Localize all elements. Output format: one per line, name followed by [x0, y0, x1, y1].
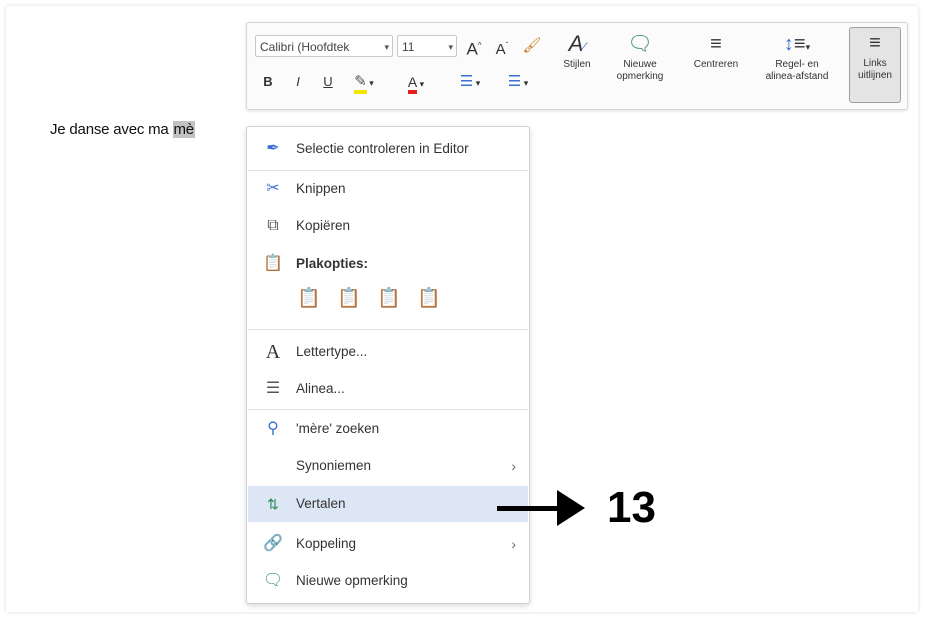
document-text-before: Je danse avec ma: [50, 121, 173, 138]
menu-item-paragraph[interactable]: ☰ Alinea...: [248, 371, 528, 407]
annotation-arrow-line: [497, 506, 565, 511]
line-spacing-icon: ↕≡▾: [783, 33, 811, 55]
comment-icon: 🗨: [627, 33, 653, 55]
align-left-button[interactable]: ≡ Links uitlijnen: [849, 27, 901, 103]
menu-item-search[interactable]: ⚲ 'mère' zoeken: [248, 411, 528, 447]
menu-item-label: Synoniemen: [296, 458, 372, 473]
comment-icon: 🗨: [262, 572, 284, 589]
menu-item-label: Koppeling: [296, 536, 357, 551]
italic-button[interactable]: I: [289, 71, 307, 93]
paste-text-only-icon[interactable]: 📋: [417, 287, 441, 311]
scissors-icon: ✂: [266, 180, 280, 197]
search-icon: ⚲: [267, 420, 279, 437]
bold-button[interactable]: B: [259, 71, 277, 93]
align-left-label-1: Links: [863, 58, 887, 69]
context-menu: ✒ Selectie controleren in Editor ✂ Knipp…: [246, 126, 530, 604]
grow-font-icon[interactable]: A^: [463, 35, 485, 59]
chevron-down-icon: ▾: [448, 42, 453, 52]
new-comment-label-1: Nieuwe: [623, 59, 657, 70]
menu-item-label: Knippen: [296, 181, 346, 196]
numbered-list-icon: ☰: [507, 73, 522, 90]
menu-item-font[interactable]: A Lettertype...: [248, 334, 528, 370]
copy-icon: ⧉: [267, 217, 279, 234]
document-text[interactable]: Je danse avec ma mè: [50, 121, 195, 138]
annotation-arrow-head: [557, 490, 585, 526]
font-icon: A: [265, 341, 281, 363]
menu-item-label: Vertalen: [296, 496, 346, 511]
font-name-value: Calibri (Hoofdtek: [260, 40, 350, 54]
menu-item-synonyms[interactable]: Synoniemen ›: [248, 448, 528, 484]
center-button[interactable]: ≡ Centreren: [683, 29, 749, 71]
menu-item-label: Selectie controleren in Editor: [296, 141, 469, 156]
new-comment-label-2: opmerking: [616, 71, 664, 82]
font-name-dropdown[interactable]: Calibri (Hoofdtek ▾: [255, 35, 393, 57]
menu-item-link[interactable]: 🔗 Koppeling ›: [248, 526, 528, 562]
bullet-list-icon: ☰: [459, 73, 474, 90]
menu-item-label: Alinea...: [296, 381, 345, 396]
font-color-label: A: [407, 74, 418, 94]
center-label: Centreren: [693, 59, 739, 70]
menu-item-label: Lettertype...: [296, 344, 368, 359]
menu-separator: [248, 329, 528, 330]
font-color-button[interactable]: A ▾: [399, 71, 433, 94]
font-size-dropdown[interactable]: 11 ▾: [397, 35, 457, 57]
highlight-color-button[interactable]: ✎ ▾: [347, 71, 381, 94]
shrink-font-icon[interactable]: Aˇ: [491, 35, 513, 58]
menu-separator: [248, 409, 528, 410]
pen-icon: ✒: [266, 140, 280, 157]
chevron-right-icon: ›: [511, 458, 516, 474]
menu-item-label: Kopiëren: [296, 218, 351, 233]
menu-item-check-editor[interactable]: ✒ Selectie controleren in Editor: [248, 131, 528, 167]
line-spacing-label-1: Regel- en: [775, 59, 819, 70]
step-number: 13: [607, 483, 656, 532]
mini-toolbar: Calibri (Hoofdtek ▾ 11 ▾ A^ Aˇ 🖌 B I U ✎…: [246, 22, 908, 110]
bullets-button[interactable]: ☰ ▾: [451, 71, 489, 93]
selected-text[interactable]: mè: [172, 121, 195, 138]
menu-item-copy[interactable]: ⧉ Kopiëren: [248, 208, 528, 244]
chevron-right-icon: ›: [511, 536, 516, 552]
line-spacing-button[interactable]: ↕≡▾ Regel- en alinea-afstand: [755, 29, 839, 83]
menu-item-translate[interactable]: ⇅ Vertalen: [248, 486, 528, 522]
menu-item-new-comment[interactable]: 🗨 Nieuwe opmerking: [248, 563, 528, 599]
underline-button[interactable]: U: [319, 71, 337, 93]
clipboard-icon: 📋: [263, 255, 283, 272]
paragraph-icon: ☰: [265, 380, 281, 397]
menu-item-label: 'mère' zoeken: [296, 421, 380, 436]
align-center-icon: ≡: [710, 33, 722, 55]
font-size-value: 11: [402, 40, 415, 54]
line-spacing-label-2: alinea-afstand: [765, 71, 829, 82]
numbering-button[interactable]: ☰ ▾: [499, 71, 537, 93]
styles-icon: A⁄: [568, 31, 586, 56]
translate-icon: ⇅: [267, 496, 279, 512]
format-painter-icon[interactable]: 🖌: [521, 35, 543, 57]
paste-merge-formatting-icon[interactable]: 📋: [337, 287, 361, 311]
chevron-down-icon: ▾: [384, 42, 389, 52]
align-left-icon: ≡: [869, 32, 881, 54]
styles-button[interactable]: A⁄ Stijlen: [552, 29, 602, 71]
menu-item-paste-options: 📋 Plakopties:: [248, 246, 528, 282]
menu-item-label: Nieuwe opmerking: [296, 573, 408, 588]
paste-options-row: 📋 📋 📋 📋: [297, 287, 457, 321]
menu-item-label: Plakopties:: [296, 256, 369, 271]
paste-picture-icon[interactable]: 📋: [377, 287, 401, 311]
new-comment-button[interactable]: 🗨 Nieuwe opmerking: [609, 29, 671, 83]
align-left-label-2: uitlijnen: [858, 70, 892, 81]
menu-item-cut[interactable]: ✂ Knippen: [248, 171, 528, 207]
styles-label: Stijlen: [563, 59, 591, 70]
link-icon: 🔗: [263, 535, 283, 552]
paste-keep-formatting-icon[interactable]: 📋: [297, 287, 321, 311]
highlighter-icon: ✎: [354, 73, 367, 94]
